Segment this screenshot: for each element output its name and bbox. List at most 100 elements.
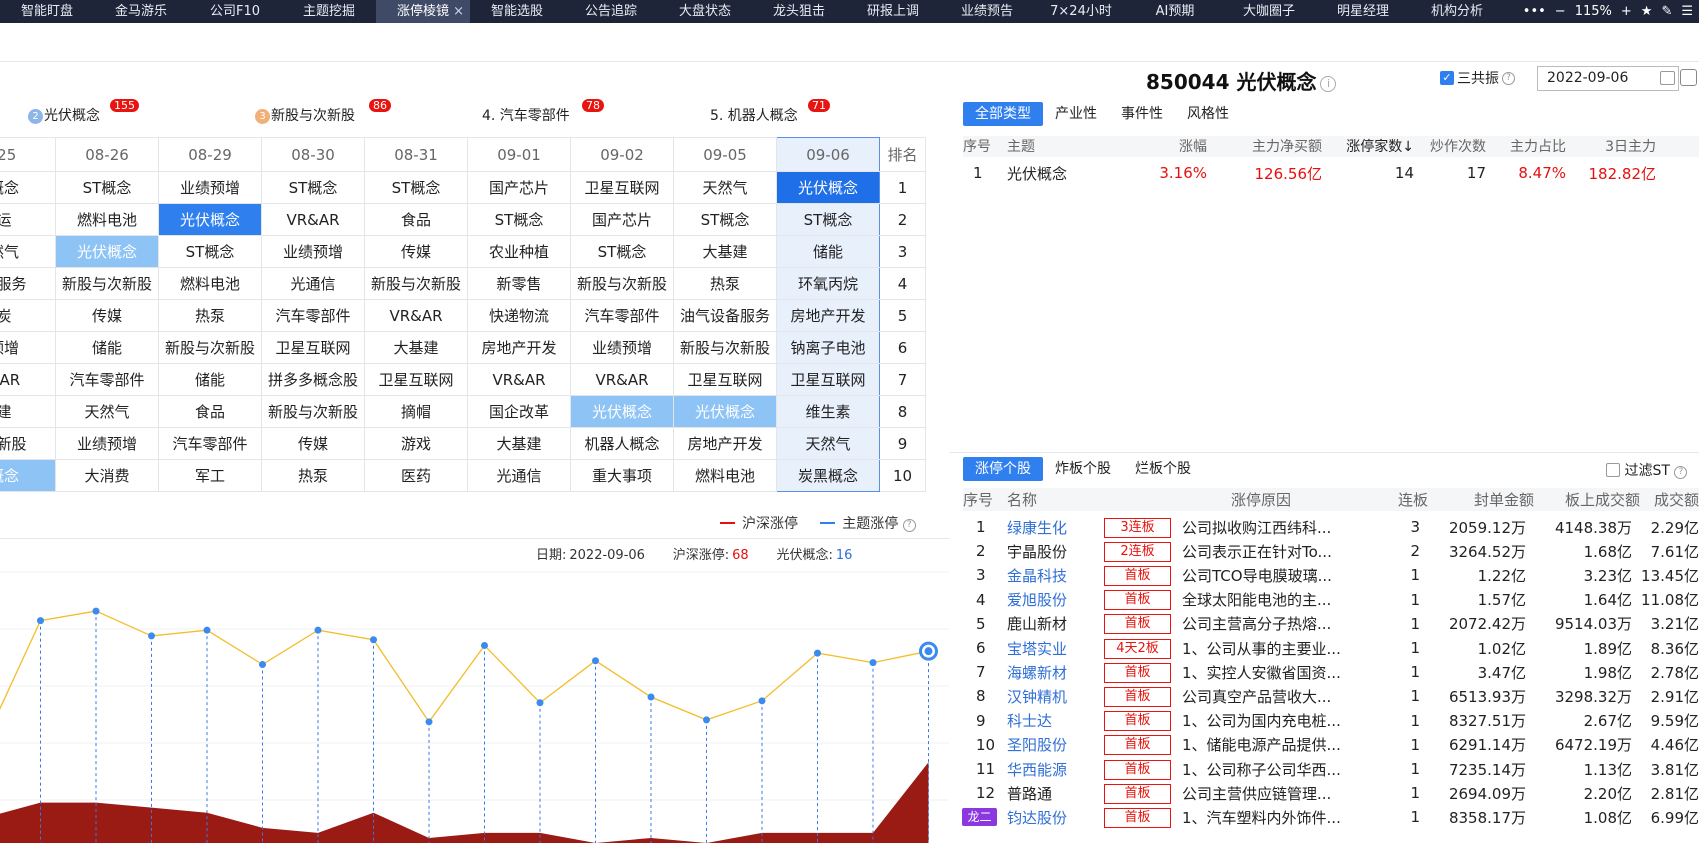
history-theme-cell[interactable]: 业绩预增	[55, 427, 159, 460]
history-theme-cell[interactable]: 燃料电池	[55, 203, 159, 236]
history-theme-cell[interactable]: 汽车零部件	[261, 299, 365, 332]
history-theme-cell[interactable]: 房地产开发	[776, 299, 880, 332]
nav-tab-1[interactable]: 金马游乐	[94, 0, 188, 23]
history-theme-cell[interactable]: 传媒	[261, 427, 365, 460]
history-theme-cell[interactable]: 大消费	[55, 459, 159, 492]
col-board-volume[interactable]: 板上成交额	[1534, 489, 1640, 510]
stock-reason[interactable]: 1、公司从事的主要业...	[1182, 638, 1360, 659]
col-volume[interactable]: 成交额	[1640, 489, 1699, 510]
close-icon[interactable]: ×	[453, 0, 464, 23]
stock-row[interactable]: 11 华西能源 首板 1、公司称子公司华西... 1 7235.14万 1.13亿 3.81亿	[963, 756, 1699, 782]
help-icon[interactable]: ?	[1674, 466, 1688, 479]
stock-reason[interactable]: 1、公司称子公司华西...	[1182, 759, 1360, 780]
history-theme-cell[interactable]: 大基建	[467, 427, 571, 460]
history-theme-cell[interactable]: 食品	[364, 203, 468, 236]
history-theme-cell[interactable]: 热泵	[261, 459, 365, 492]
history-theme-cell[interactable]: 储能	[158, 363, 262, 396]
zoom-in-icon[interactable]: +	[1621, 4, 1632, 19]
history-theme-cell[interactable]: 摘帽	[364, 395, 468, 428]
nav-tab-4[interactable]: 涨停棱镜 ×	[376, 0, 470, 23]
history-theme-cell[interactable]: 炭	[0, 299, 56, 332]
history-theme-cell[interactable]: 次新股	[0, 427, 56, 460]
zoom-out-icon[interactable]: −	[1555, 4, 1566, 19]
data-point[interactable]	[370, 636, 377, 644]
tab-all-types[interactable]: 全部类型	[963, 102, 1043, 126]
col-no[interactable]: 序号	[963, 136, 1007, 157]
history-theme-cell[interactable]: 汽车零部件	[55, 363, 159, 396]
stock-row[interactable]: 7 海螺新材 首板 1、实控人安徽省国资... 1 3.47亿 1.98亿 2.78亿	[963, 659, 1699, 685]
help-icon[interactable]: ?	[1502, 71, 1515, 85]
stock-name[interactable]: 科士达	[1007, 710, 1104, 731]
history-theme-cell[interactable]: 光伏概念	[55, 235, 159, 268]
history-theme-cell[interactable]: VR&AR	[570, 363, 674, 396]
history-theme-cell[interactable]: 储能	[776, 235, 880, 268]
history-theme-cell[interactable]: 国企改革	[467, 395, 571, 428]
data-point[interactable]	[592, 657, 599, 665]
top-theme-4[interactable]: 4. 汽车零部件 78	[482, 99, 604, 125]
history-date-header[interactable]: 09-02	[570, 137, 674, 172]
history-theme-cell[interactable]: 维生素	[776, 395, 880, 428]
stock-reason[interactable]: 公司真空产品营收大...	[1182, 686, 1360, 707]
history-theme-cell[interactable]: 储能	[55, 331, 159, 364]
history-theme-cell[interactable]: 新股与次新股	[158, 331, 262, 364]
nav-tab-6[interactable]: 公告追踪	[564, 0, 658, 23]
history-date-header[interactable]: 08-31	[364, 137, 468, 172]
history-theme-cell[interactable]: 业绩预增	[570, 331, 674, 364]
history-theme-cell[interactable]: 热泵	[158, 299, 262, 332]
stock-row[interactable]: 8 汉钟精机 首板 公司真空产品营收大... 1 6513.93万 3298.32万 2.91…	[963, 683, 1699, 709]
nav-tab-12[interactable]: AI预期	[1128, 0, 1222, 23]
history-theme-cell[interactable]: 光伏概念	[570, 395, 674, 428]
history-theme-cell[interactable]: 房地产开发	[673, 427, 777, 460]
nav-tab-9[interactable]: 研报上调	[846, 0, 940, 23]
history-theme-cell[interactable]: 新股与次新股	[55, 267, 159, 300]
col-3day-main[interactable]: 3日主力	[1566, 136, 1656, 157]
history-theme-cell[interactable]: ST概念	[158, 235, 262, 268]
stock-reason[interactable]: 全球太阳能电池的主...	[1182, 589, 1360, 610]
history-theme-cell[interactable]: VR&AR	[467, 363, 571, 396]
history-date-header[interactable]: 09-06	[776, 137, 880, 172]
nav-tab-10[interactable]: 业绩预告	[940, 0, 1034, 23]
stock-name[interactable]: 钧达股份	[1007, 807, 1104, 828]
filter-st-checkbox[interactable]	[1606, 463, 1620, 477]
col-boards[interactable]: 连板	[1358, 489, 1428, 510]
data-point[interactable]	[92, 607, 100, 615]
history-theme-cell[interactable]: 拼多多概念股	[261, 363, 365, 396]
nav-tab-11[interactable]: 7×24小时	[1034, 0, 1128, 23]
data-point[interactable]	[647, 693, 655, 701]
stock-reason[interactable]: 公司主营供应链管理...	[1182, 783, 1360, 804]
history-theme-cell[interactable]: 医药	[364, 459, 468, 492]
history-theme-cell[interactable]: 传媒	[55, 299, 159, 332]
stock-row[interactable]: 10 圣阳股份 首板 1、储能电源产品提供... 1 6291.14万 6472.19万 4.…	[963, 732, 1699, 758]
history-date-header[interactable]: 08-29	[158, 137, 262, 172]
data-point[interactable]	[203, 626, 211, 634]
stock-reason[interactable]: 公司表示正在针对To...	[1182, 541, 1360, 562]
history-theme-cell[interactable]: 汽车零部件	[570, 299, 674, 332]
stock-name[interactable]: 海螺新材	[1007, 662, 1104, 683]
history-theme-cell[interactable]: ST概念	[570, 235, 674, 268]
history-theme-cell[interactable]: 钠离子电池	[776, 331, 880, 364]
data-point[interactable]	[869, 659, 877, 667]
nav-tab-8[interactable]: 龙头狙击	[752, 0, 846, 23]
tab-limit-up-stocks[interactable]: 涨停个股	[963, 457, 1043, 481]
nav-tab-2[interactable]: 公司F10	[188, 0, 282, 23]
history-theme-cell[interactable]: 环氧丙烷	[776, 267, 880, 300]
top-theme-2[interactable]: 2 光伏概念 155	[28, 99, 139, 125]
history-theme-cell[interactable]: 重大事项	[570, 459, 674, 492]
stock-row[interactable]: 1 绿康生化 3连板 公司拟收购江西纬科... 3 2059.12万 4148.38万 2.2…	[963, 514, 1699, 540]
data-point[interactable]	[314, 626, 322, 634]
history-theme-cell[interactable]: 油气设备服务	[673, 299, 777, 332]
stock-name[interactable]: 绿康生化	[1007, 517, 1104, 538]
stock-row[interactable]: 龙二钧达股份首板 1、汽车塑料内外饰件... 1 8358.17万 1.08亿 6.99亿	[963, 804, 1699, 830]
history-theme-cell[interactable]: 卫星互联网	[776, 363, 880, 396]
stock-reason[interactable]: 1、公司为国内充电桩...	[1182, 710, 1360, 731]
history-theme-cell[interactable]: 卫星互联网	[261, 331, 365, 364]
history-theme-cell[interactable]: 热泵	[673, 267, 777, 300]
history-theme-cell[interactable]: ST概念	[55, 171, 159, 204]
history-theme-cell[interactable]: 光伏概念	[776, 171, 880, 204]
tab-broken-board-stocks[interactable]: 炸板个股	[1043, 457, 1123, 481]
stock-row[interactable]: 6 宝塔实业 4天2板 1、公司从事的主要业... 1 1.02亿 1.89亿 8.36亿	[963, 635, 1699, 661]
stock-reason[interactable]: 公司主营高分子热熔...	[1182, 613, 1360, 634]
col-limit-count[interactable]: 涨停家数↓	[1322, 136, 1414, 157]
date-picker[interactable]: 2022-09-06	[1537, 66, 1679, 91]
history-theme-cell[interactable]: 新股与次新股	[364, 267, 468, 300]
